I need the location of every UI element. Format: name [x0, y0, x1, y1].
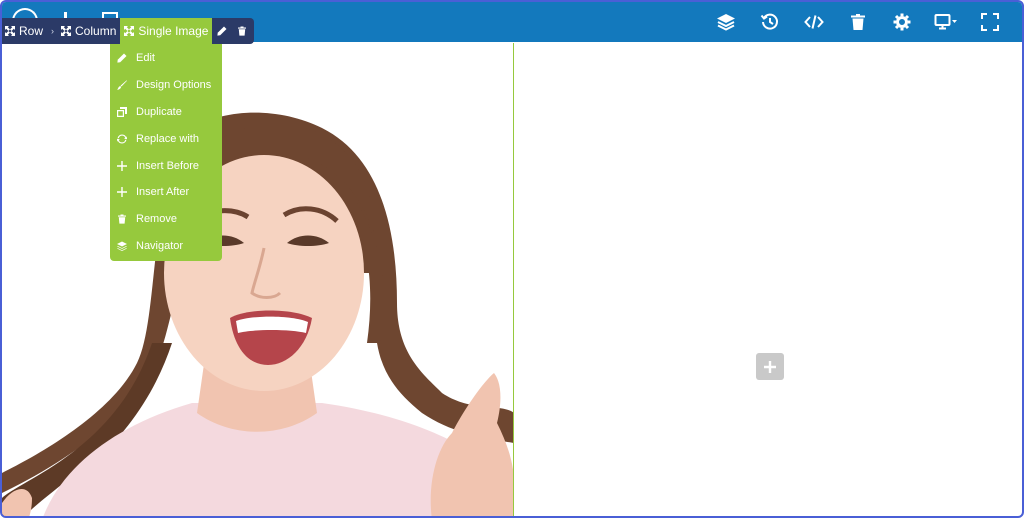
menu-item-label: Replace with: [136, 132, 199, 145]
breadcrumb-column-label: Column: [75, 24, 117, 38]
menu-item-label: Duplicate: [136, 105, 182, 118]
menu-item-edit[interactable]: Edit: [110, 45, 222, 72]
move-icon: [124, 26, 135, 36]
menu-item-insert-after[interactable]: Insert After: [110, 179, 222, 206]
code-icon[interactable]: [792, 2, 836, 42]
add-element-button[interactable]: [756, 353, 784, 380]
breadcrumb-row-label: Row: [19, 24, 44, 38]
breadcrumb-column[interactable]: Column: [58, 18, 121, 44]
single-image-element[interactable]: [2, 43, 514, 516]
menu-item-label: Navigator: [136, 239, 184, 252]
trash-icon[interactable]: [836, 2, 880, 42]
move-icon: [5, 26, 15, 36]
refresh-icon: [117, 134, 127, 144]
menu-item-replace-with[interactable]: Replace with: [110, 125, 222, 152]
trash-icon: [118, 214, 126, 224]
portrait-photo: [2, 43, 513, 516]
menu-item-remove[interactable]: Remove: [110, 206, 222, 233]
menu-item-label: Edit: [136, 52, 155, 65]
fullscreen-icon[interactable]: [968, 2, 1012, 42]
element-breadcrumb: Row › Column Single Image: [2, 18, 255, 44]
menu-item-design-options[interactable]: Design Options: [110, 72, 222, 99]
menu-item-navigator[interactable]: Navigator: [110, 233, 222, 260]
menu-item-insert-before[interactable]: Insert Before: [110, 152, 222, 179]
trash-icon: [238, 26, 247, 36]
delete-element-button[interactable]: [232, 18, 255, 44]
pencil-icon: [217, 26, 227, 36]
toolbar-actions: [704, 2, 1012, 42]
monitor-dropdown-icon[interactable]: [924, 2, 968, 42]
menu-item-label: Insert After: [136, 186, 190, 199]
breadcrumb-separator-icon: ›: [47, 18, 59, 44]
layers-icon[interactable]: [704, 2, 748, 42]
edit-element-button[interactable]: [212, 18, 233, 44]
history-icon[interactable]: [748, 2, 792, 42]
menu-item-label: Remove: [136, 213, 177, 226]
menu-item-label: Insert Before: [136, 159, 199, 172]
breadcrumb-single-image-label: Single Image: [138, 24, 209, 38]
breadcrumb-single-image[interactable]: Single Image: [120, 18, 213, 44]
layers-icon: [117, 241, 127, 251]
duplicate-icon: [117, 106, 127, 117]
breadcrumb-row[interactable]: Row: [2, 18, 48, 44]
plus-icon: [764, 360, 776, 373]
plus-icon: [117, 187, 127, 198]
menu-item-label: Design Options: [136, 79, 212, 92]
plus-icon: [117, 160, 127, 171]
move-icon: [61, 26, 72, 36]
editor-frame: Row › Column Single Image Edit Design Op…: [0, 0, 1024, 518]
pencil-icon: [117, 53, 127, 63]
element-context-menu: Edit Design Options Duplicate Replace wi…: [110, 44, 222, 261]
gear-icon[interactable]: [880, 2, 924, 42]
brush-icon: [117, 80, 127, 90]
menu-item-duplicate[interactable]: Duplicate: [110, 99, 222, 126]
